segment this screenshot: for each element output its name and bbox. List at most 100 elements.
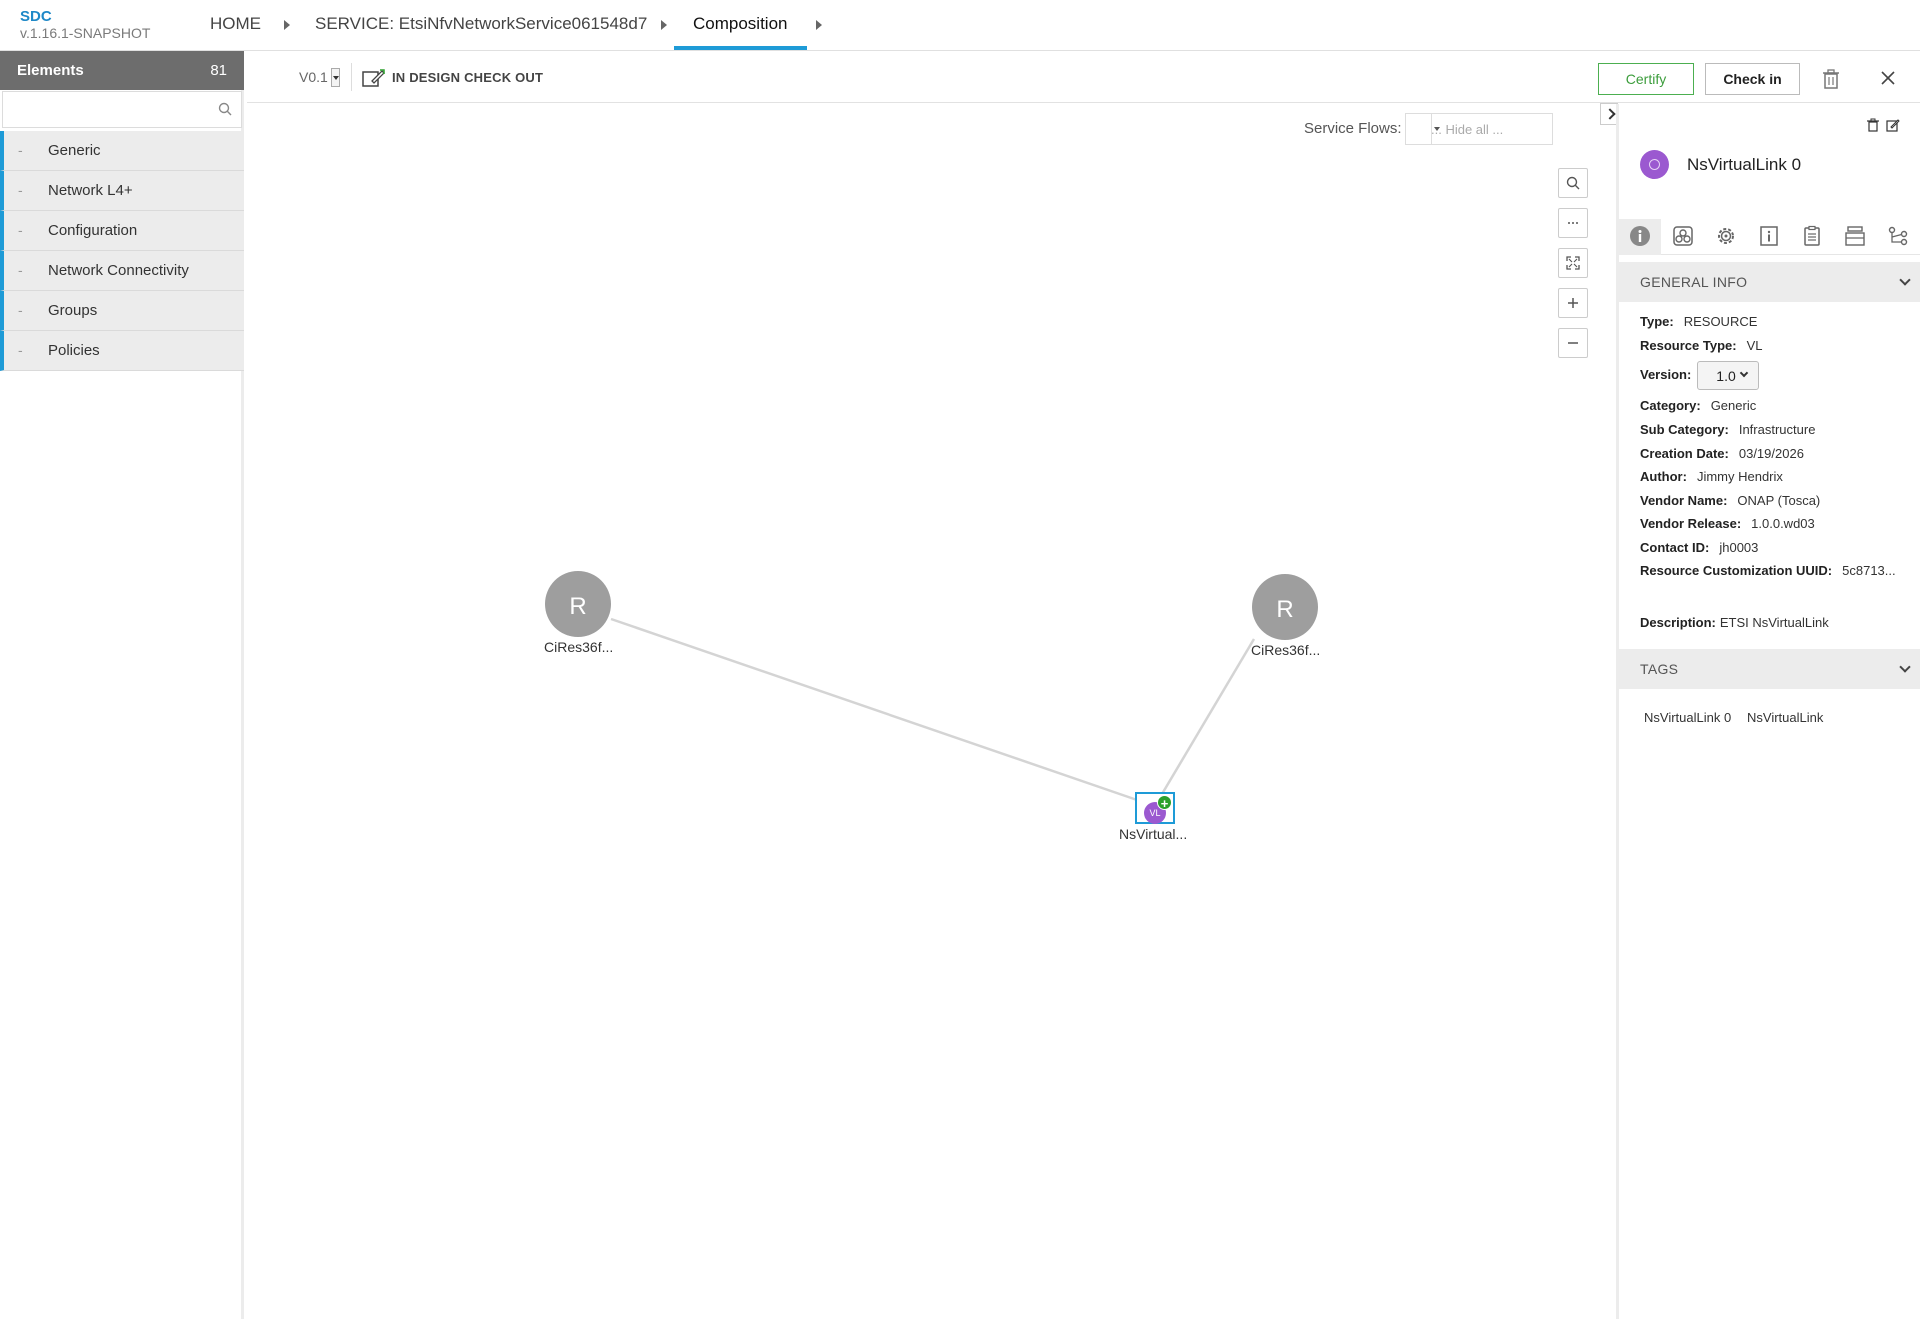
- info-key: Resource Type:: [1640, 338, 1737, 353]
- version-value: 1.0: [1716, 368, 1736, 384]
- tags-section-header[interactable]: TAGS: [1619, 649, 1920, 689]
- info-value: 03/19/2026: [1738, 446, 1804, 461]
- resource-node-label[interactable]: CiRes36f...: [1251, 642, 1320, 658]
- info-key: Creation Date:: [1640, 446, 1729, 461]
- tab-properties[interactable]: [1705, 219, 1747, 255]
- info-row-creation-date: Creation Date: 03/19/2026: [1640, 446, 1804, 461]
- artifacts-icon: [1673, 226, 1693, 246]
- search-icon[interactable]: [218, 102, 232, 116]
- toolbar-divider: [351, 63, 352, 91]
- details-panel: NsVirtualLink 0 GENERAL INFO Type: RESOU…: [1616, 104, 1920, 1319]
- palette-group-groups[interactable]: - Groups: [0, 291, 244, 331]
- info-row-vendor-name: Vendor Name: ONAP (Tosca): [1640, 493, 1820, 508]
- info-row-type: Type: RESOURCE: [1640, 314, 1757, 329]
- info-value: Jimmy Hendrix: [1696, 469, 1783, 484]
- breadcrumb-arrow-icon[interactable]: [816, 20, 822, 30]
- tab-relations[interactable]: [1877, 219, 1919, 255]
- elements-title: Elements: [17, 62, 84, 79]
- info-icon: [1630, 226, 1650, 246]
- info-value: Generic: [1710, 398, 1757, 413]
- palette-group-label: Generic: [48, 142, 101, 159]
- version-dropdown[interactable]: 1.0: [1697, 361, 1760, 390]
- info-row-contact-id: Contact ID: jh0003: [1640, 540, 1758, 555]
- palette-group-label: Groups: [48, 302, 98, 319]
- resource-node-label[interactable]: CiRes36f...: [544, 639, 613, 655]
- composition-canvas[interactable]: Service Flows: ... Hide all ... R R CiRe…: [247, 104, 1615, 1319]
- breadcrumb-service[interactable]: SERVICE: EtsiNfvNetworkService061548d7: [315, 14, 647, 50]
- info-key: Description:: [1640, 615, 1716, 630]
- tab-general-info[interactable]: [1619, 219, 1661, 255]
- version-dropdown-icon[interactable]: [331, 68, 340, 87]
- tag-item: NsVirtualLink: [1747, 710, 1824, 725]
- info-box-icon: [1760, 226, 1778, 246]
- resource-node-letter: R: [569, 593, 586, 620]
- collapse-dash-icon: -: [18, 222, 23, 238]
- tag-item: NsVirtualLink 0: [1644, 710, 1732, 725]
- section-title: TAGS: [1640, 661, 1679, 677]
- layers-icon: [1845, 226, 1865, 246]
- network-icon: [1888, 226, 1908, 246]
- breadcrumb-arrow-icon[interactable]: [661, 20, 667, 30]
- component-instance-name: NsVirtualLink 0: [1687, 155, 1802, 174]
- palette-search-input[interactable]: [3, 92, 208, 127]
- add-relation-icon[interactable]: +: [1157, 795, 1172, 811]
- trash-icon[interactable]: [1867, 118, 1879, 132]
- certify-button[interactable]: Certify: [1598, 63, 1694, 95]
- elements-header: Elements 81: [0, 51, 244, 90]
- info-key: Type:: [1640, 314, 1674, 329]
- info-key: Category:: [1640, 398, 1701, 413]
- palette-group-configuration[interactable]: - Configuration: [0, 211, 244, 251]
- elements-palette: Elements 81 - Generic - Network L4+ - Co…: [0, 51, 244, 1319]
- workspace-toolbar: V0.1 IN DESIGN CHECK OUT Certify Check i…: [247, 51, 1920, 103]
- brand[interactable]: SDC v.1.16.1-SNAPSHOT: [20, 9, 151, 42]
- palette-group-network-l4[interactable]: - Network L4+: [0, 171, 244, 211]
- info-row-vendor-release: Vendor Release: 1.0.0.wd03: [1640, 516, 1815, 531]
- collapse-dash-icon: -: [18, 302, 23, 318]
- trash-icon[interactable]: [1822, 69, 1840, 89]
- breadcrumb-home[interactable]: HOME: [210, 14, 261, 50]
- collapse-dash-icon: -: [18, 342, 23, 358]
- relation-link[interactable]: [610, 617, 1141, 803]
- info-key: Vendor Release:: [1640, 516, 1742, 531]
- tab-api-artifacts[interactable]: [1791, 219, 1833, 255]
- lifecycle-status: IN DESIGN CHECK OUT: [392, 70, 544, 85]
- palette-group-generic[interactable]: - Generic: [0, 131, 244, 171]
- info-row-author: Author: Jimmy Hendrix: [1640, 469, 1783, 484]
- info-row-sub-category: Sub Category: Infrastructure: [1640, 422, 1815, 437]
- info-key: Author:: [1640, 469, 1687, 484]
- chevron-down-icon[interactable]: [1899, 274, 1911, 286]
- tab-requirements-capabilities[interactable]: [1834, 219, 1876, 255]
- version-select[interactable]: V0.1: [299, 69, 328, 85]
- elements-count: 81: [210, 62, 227, 79]
- palette-group-network-connectivity[interactable]: - Network Connectivity: [0, 251, 244, 291]
- relation-link[interactable]: [1160, 638, 1256, 795]
- chevron-down-icon: [1740, 368, 1749, 378]
- breadcrumb-arrow-icon[interactable]: [284, 20, 290, 30]
- info-value: VL: [1746, 338, 1763, 353]
- top-navigation-bar: SDC v.1.16.1-SNAPSHOT HOME SERVICE: Etsi…: [0, 0, 1920, 51]
- palette-group-policies[interactable]: - Policies: [0, 331, 244, 371]
- details-tab-bar: [1619, 219, 1920, 255]
- gear-icon: [1718, 228, 1734, 244]
- info-key: Contact ID:: [1640, 540, 1710, 555]
- tab-deployment-artifacts[interactable]: [1662, 219, 1704, 255]
- vl-node-label[interactable]: NsVirtual...: [1119, 826, 1187, 842]
- info-value: jh0003: [1719, 540, 1759, 555]
- close-icon[interactable]: [1879, 69, 1897, 87]
- collapse-dash-icon: -: [18, 182, 23, 198]
- vl-component-icon: [1640, 150, 1669, 179]
- info-key: Resource Customization UUID:: [1640, 563, 1833, 578]
- chevron-down-icon[interactable]: [1899, 661, 1911, 673]
- collapse-dash-icon: -: [18, 142, 23, 158]
- brand-version: v.1.16.1-SNAPSHOT: [20, 25, 151, 41]
- check-in-button[interactable]: Check in: [1705, 63, 1800, 95]
- info-value: 5c8713...: [1842, 563, 1896, 578]
- palette-group-label: Policies: [48, 342, 100, 359]
- panel-action-icons: [1867, 118, 1900, 132]
- virtual-link-node-selected[interactable]: VL +: [1135, 792, 1175, 824]
- general-info-section-header[interactable]: GENERAL INFO: [1619, 262, 1920, 302]
- info-value: Infrastructure: [1738, 422, 1816, 437]
- breadcrumb-composition[interactable]: Composition: [674, 14, 807, 50]
- tab-information-artifacts[interactable]: [1748, 219, 1790, 255]
- edit-icon[interactable]: [1886, 119, 1900, 132]
